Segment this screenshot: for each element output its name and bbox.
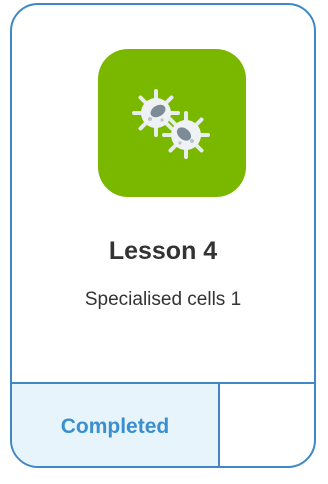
status-label: Completed — [60, 415, 170, 438]
lesson-title: Lesson 4 — [108, 237, 218, 265]
lesson-footer: Completed — [12, 382, 314, 466]
lesson-card[interactable]: Lesson 4 Specialised cells 1 Completed — [10, 3, 316, 468]
lesson-icon-tile — [98, 49, 246, 197]
white-blood-cells-icon — [132, 89, 210, 159]
lesson-subtitle: Specialised cells 1 — [84, 289, 242, 310]
status-badge[interactable]: Completed — [12, 384, 220, 466]
footer-empty-cell — [220, 384, 314, 466]
